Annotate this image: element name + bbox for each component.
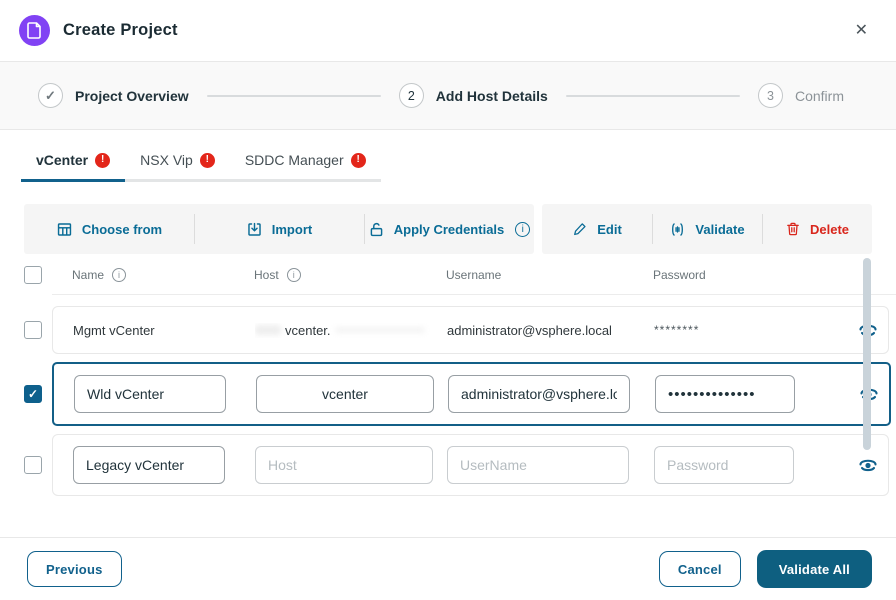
create-project-dialog: Create Project ✕ ✓ Project Overview 2 Ad… <box>0 0 896 600</box>
dialog-body: vCenter ! NSX Vip ! SDDC Manager ! Choos… <box>0 130 896 537</box>
step-connector <box>565 94 740 97</box>
table-toolbar: Choose from Import Apply Credentials i E… <box>24 204 872 254</box>
trash-icon <box>787 222 799 236</box>
delete-label: Delete <box>809 221 850 237</box>
tab-label: SDDC Manager <box>244 152 344 168</box>
column-password: Password <box>653 268 793 282</box>
import-icon <box>248 222 261 236</box>
step-label: Project Overview <box>75 87 189 104</box>
toolbar-group-add: Choose from Import Apply Credentials i <box>24 204 534 254</box>
column-name: Name i <box>72 268 242 282</box>
import-label: Import <box>271 221 313 237</box>
host-visible-text: vcenter. <box>285 322 331 338</box>
table-row <box>0 434 896 496</box>
error-badge: ! <box>199 152 215 168</box>
tab-sddc-manager[interactable]: SDDC Manager ! <box>230 144 381 179</box>
table-header: Name i Host i Username Password <box>52 268 896 295</box>
redacted-blur <box>255 325 281 335</box>
info-icon[interactable]: i <box>286 268 301 282</box>
row-checkbox-checked[interactable]: ✓ <box>24 385 42 403</box>
check-icon: ✓ <box>27 387 39 401</box>
unlock-icon <box>370 222 383 236</box>
apply-credentials-button[interactable]: Apply Credentials i <box>364 204 534 254</box>
wizard-stepper: ✓ Project Overview 2 Add Host Details 3 … <box>0 62 896 130</box>
error-badge: ! <box>350 152 366 168</box>
step-add-host-details[interactable]: 2 Add Host Details <box>398 83 548 108</box>
project-document-icon <box>19 15 50 46</box>
table-grid-icon <box>57 222 72 236</box>
validate-all-button[interactable]: Validate All <box>756 550 872 588</box>
step-number-circle: 3 <box>757 83 783 108</box>
username-input[interactable] <box>447 446 629 484</box>
host-rows: Mgmt vCenter vcenter. administrator@vsph… <box>0 295 896 496</box>
host-input[interactable] <box>256 375 434 413</box>
validate-icon <box>672 222 684 236</box>
validate-button[interactable]: Validate <box>652 204 762 254</box>
info-icon[interactable]: i <box>112 268 127 282</box>
step-confirm[interactable]: 3 Confirm <box>757 83 844 108</box>
host-address: vcenter. <box>255 323 435 338</box>
info-icon[interactable]: i <box>515 221 531 237</box>
host-card-mgmt-vcenter: Mgmt vCenter vcenter. administrator@vsph… <box>52 306 889 354</box>
error-badge: ! <box>95 152 111 168</box>
apply-credentials-label: Apply Credentials <box>393 221 505 237</box>
dialog-header: Create Project ✕ <box>0 0 896 62</box>
step-connector <box>206 94 381 97</box>
dialog-footer: Previous Cancel Validate All <box>0 537 896 600</box>
step-label: Add Host Details <box>435 87 548 104</box>
dialog-title: Create Project <box>63 21 178 39</box>
table-row: ✓ <box>0 362 896 426</box>
close-icon[interactable]: ✕ <box>851 19 872 43</box>
password-masked: ******** <box>654 323 700 337</box>
column-label: Username <box>446 268 502 282</box>
username-value: administrator@vsphere.local <box>447 322 612 338</box>
choose-from-label: Choose from <box>81 221 163 237</box>
validate-label: Validate <box>695 221 745 237</box>
show-password-icon[interactable] <box>848 454 888 476</box>
step-complete-circle: ✓ <box>38 83 63 108</box>
tab-label: vCenter <box>36 152 89 168</box>
select-all-checkbox[interactable] <box>24 266 42 284</box>
import-button[interactable]: Import <box>194 204 364 254</box>
cancel-button[interactable]: Cancel <box>658 551 741 587</box>
column-label: Name <box>72 268 105 282</box>
pencil-icon <box>574 223 586 236</box>
host-card-legacy-vcenter <box>52 434 889 496</box>
host-input[interactable] <box>255 446 433 484</box>
edit-button[interactable]: Edit <box>542 204 652 254</box>
username-input[interactable] <box>448 375 630 413</box>
vertical-scrollbar[interactable] <box>863 258 871 450</box>
redacted-blur <box>334 327 425 333</box>
host-card-wld-vcenter <box>52 362 891 426</box>
tab-label: NSX Vip <box>140 152 193 168</box>
table-row: Mgmt vCenter vcenter. administrator@vsph… <box>0 306 896 354</box>
host-name: Mgmt vCenter <box>73 322 155 338</box>
step-number-circle: 2 <box>398 83 424 108</box>
tab-vcenter[interactable]: vCenter ! <box>21 144 126 182</box>
choose-from-button[interactable]: Choose from <box>24 204 194 254</box>
delete-button[interactable]: Delete <box>762 204 872 254</box>
edit-label: Edit <box>597 221 622 237</box>
password-input[interactable] <box>655 375 795 413</box>
column-host: Host i <box>254 268 434 282</box>
step-label: Confirm <box>794 87 844 104</box>
host-type-tabs: vCenter ! NSX Vip ! SDDC Manager ! <box>21 144 381 182</box>
step-project-overview[interactable]: ✓ Project Overview <box>38 83 189 108</box>
column-username: Username <box>446 268 641 282</box>
name-input[interactable] <box>73 446 225 484</box>
name-input[interactable] <box>74 375 226 413</box>
column-label: Host <box>254 268 279 282</box>
column-label: Password <box>653 268 706 282</box>
tab-nsx-vip[interactable]: NSX Vip ! <box>125 144 230 179</box>
row-checkbox[interactable] <box>24 321 42 339</box>
row-checkbox[interactable] <box>24 456 42 474</box>
password-input[interactable] <box>654 446 794 484</box>
toolbar-group-actions: Edit Validate Delete <box>542 204 872 254</box>
previous-button[interactable]: Previous <box>27 551 122 587</box>
check-icon: ✓ <box>45 87 56 103</box>
